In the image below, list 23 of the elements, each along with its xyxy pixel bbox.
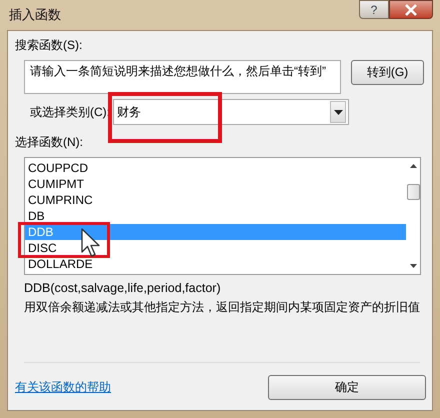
function-list-item[interactable]: DB — [25, 208, 406, 224]
help-link[interactable]: 有关该函数的帮助 — [15, 379, 111, 396]
help-button[interactable]: ? — [359, 0, 389, 19]
scrollbar-thumb[interactable] — [406, 184, 420, 200]
function-list-item[interactable]: CUMIPMT — [25, 176, 406, 192]
close-button[interactable] — [389, 0, 433, 19]
function-syntax: DDB(cost,salvage,life,period,factor) — [24, 281, 222, 295]
close-icon — [404, 4, 418, 16]
function-list-item[interactable]: DISC — [25, 240, 406, 256]
window-title: 插入函数 — [8, 6, 61, 24]
search-field[interactable]: 请输入一条简短说明来描述您想做什么，然后单击“转到” — [24, 60, 341, 94]
category-dropdown[interactable]: 财务 — [113, 99, 349, 125]
scroll-up-icon[interactable] — [410, 164, 416, 168]
function-list-item[interactable]: DOLLARDE — [25, 256, 406, 272]
function-list-label: 选择函数(N): — [15, 134, 84, 151]
scroll-down-icon[interactable] — [410, 264, 416, 268]
function-list-item[interactable]: CUMPRINC — [25, 192, 406, 208]
function-list-item[interactable]: COUPPCD — [25, 160, 406, 176]
mouse-cursor-icon — [81, 228, 101, 258]
ok-button[interactable]: 确定 — [268, 375, 426, 400]
function-description: 用双倍余额递减法或其他指定方法，返回指定期间内某项固定资产的折旧值 — [24, 299, 421, 316]
go-button[interactable]: 转到(G) — [351, 60, 424, 85]
search-label: 搜索函数(S): — [15, 37, 84, 54]
